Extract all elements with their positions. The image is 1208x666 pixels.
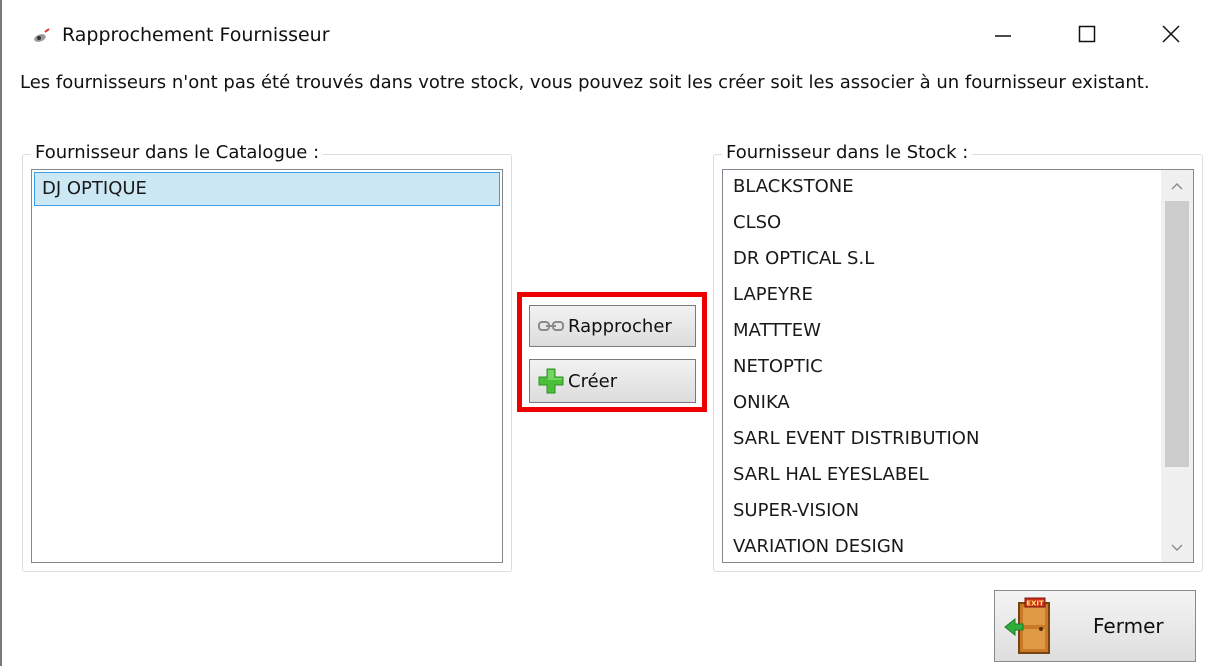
stock-list-item[interactable]: SARL EVENT DISTRIBUTION [723,422,1161,458]
catalogue-list-item[interactable]: DJ OPTIQUE [34,172,500,206]
info-message: Les fournisseurs n'ont pas été trouvés d… [20,72,1150,93]
scroll-up-button[interactable] [1161,170,1193,200]
close-button[interactable] [1148,14,1194,58]
scroll-down-button[interactable] [1161,532,1193,562]
exit-door-icon: EXIT [1003,597,1057,655]
fermer-button[interactable]: EXIT Fermer [994,590,1196,662]
stock-list-item[interactable]: BLACKSTONE [723,170,1161,206]
svg-text:EXIT: EXIT [1026,600,1044,608]
minimize-icon [993,24,1013,48]
stock-scrollbar[interactable] [1161,170,1193,562]
rapprocher-button[interactable]: Rapprocher [529,305,696,347]
stock-group-title: Fournisseur dans le Stock : [722,142,973,163]
link-icon [538,319,564,333]
fermer-label: Fermer [1093,614,1164,638]
scroll-thumb[interactable] [1165,201,1189,467]
stock-list-item[interactable]: VARIATION DESIGN [723,530,1161,562]
stock-list-item[interactable]: NETOPTIC [723,350,1161,386]
stock-list-item[interactable]: MATTTEW [723,314,1161,350]
app-logo-icon [32,28,52,46]
stock-list-item[interactable]: ONIKA [723,386,1161,422]
creer-label: Créer [568,370,618,392]
stock-list[interactable]: BLACKSTONE CLSO DR OPTICAL S.L LAPEYRE M… [722,169,1194,563]
stock-list-item[interactable]: SUPER-VISION [723,494,1161,530]
maximize-icon [1077,24,1097,48]
close-icon [1161,24,1181,48]
stock-list-item[interactable]: LAPEYRE [723,278,1161,314]
window-title: Rapprochement Fournisseur [62,24,330,46]
plus-icon [538,368,564,394]
maximize-button[interactable] [1064,14,1110,58]
chevron-up-icon [1170,176,1184,195]
stock-list-item[interactable]: DR OPTICAL S.L [723,242,1161,278]
creer-button[interactable]: Créer [529,359,696,403]
stock-group: Fournisseur dans le Stock : BLACKSTONE C… [713,142,1203,572]
stock-list-item[interactable]: CLSO [723,206,1161,242]
catalogue-group-title: Fournisseur dans le Catalogue : [31,142,324,163]
window-left-border [0,0,2,666]
title-bar[interactable]: Rapprochement Fournisseur [0,0,1208,70]
minimize-button[interactable] [980,14,1026,58]
stock-list-item[interactable]: SARL HAL EYESLABEL [723,458,1161,494]
chevron-down-icon [1170,538,1184,557]
catalogue-list[interactable]: DJ OPTIQUE [31,169,503,563]
rapprocher-label: Rapprocher [568,315,672,337]
catalogue-group: Fournisseur dans le Catalogue : DJ OPTIQ… [22,142,512,572]
